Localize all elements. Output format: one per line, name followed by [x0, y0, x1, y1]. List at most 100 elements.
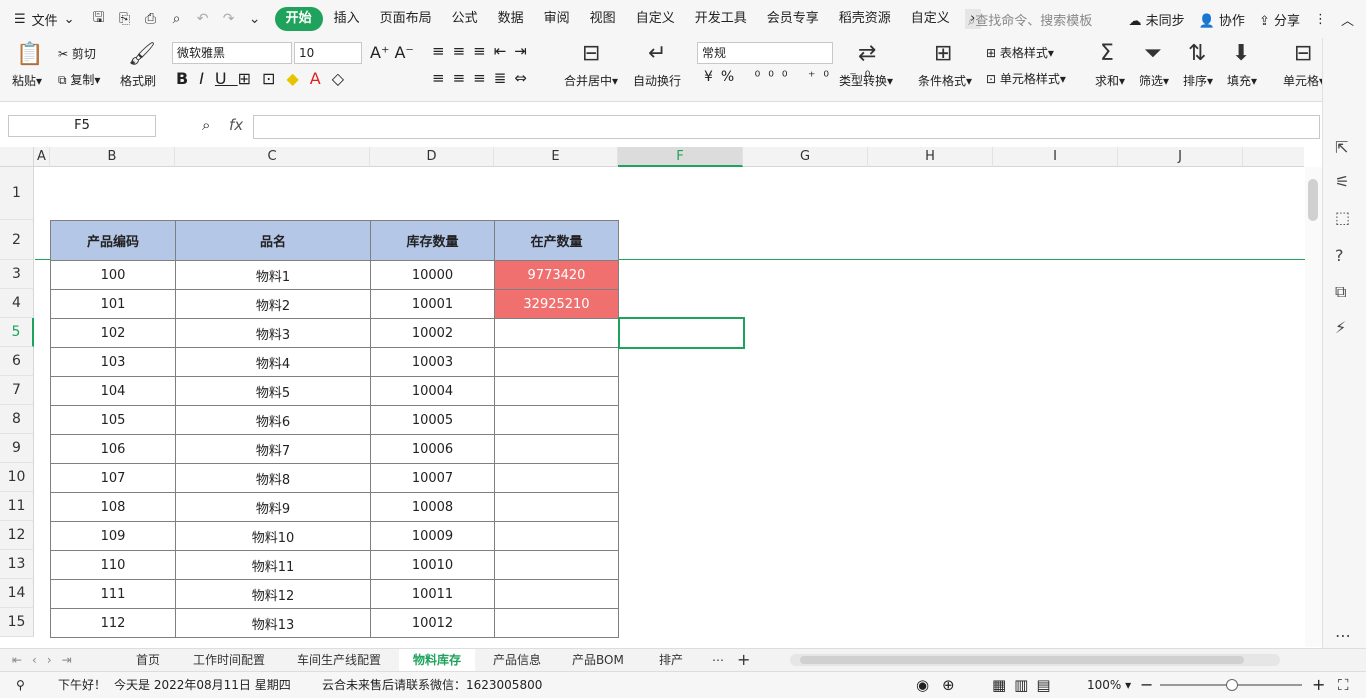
tab-9[interactable]: 会员专享: [758, 7, 828, 31]
zoom-slider-thumb[interactable]: [1226, 679, 1238, 691]
tab-3[interactable]: 公式: [443, 7, 487, 31]
table-cell[interactable]: 10002: [370, 318, 495, 348]
table-cell[interactable]: 物料11: [175, 550, 371, 580]
table-cell[interactable]: 100: [50, 260, 176, 290]
table-cell[interactable]: 物料6: [175, 405, 371, 435]
horizontal-scroll-thumb[interactable]: [800, 656, 1244, 664]
cell-icon[interactable]: ⊟: [1294, 41, 1312, 66]
sheet-nav-icons[interactable]: ⇤‹›⇥: [12, 649, 82, 671]
table-cell[interactable]: [494, 318, 619, 348]
font-style-icons[interactable]: BIU⊞⊡◆A◇: [176, 69, 355, 88]
table-cell[interactable]: 10011: [370, 579, 495, 609]
sync-button[interactable]: ☁ 未同步: [1128, 10, 1184, 29]
table-cell[interactable]: 10005: [370, 405, 495, 435]
sheet-tab[interactable]: 首页: [136, 649, 160, 671]
formula-input[interactable]: [253, 115, 1320, 139]
table-cell[interactable]: 101: [50, 289, 176, 319]
row-header-3[interactable]: 3: [0, 260, 34, 289]
add-sheet-icon[interactable]: +: [737, 649, 750, 671]
frame-icon[interactable]: ⬚: [1335, 208, 1350, 227]
table-cell[interactable]: 111: [50, 579, 176, 609]
cut-button[interactable]: ✂ 剪切: [58, 45, 96, 62]
row-header-5[interactable]: 5: [0, 318, 34, 347]
sort-icon[interactable]: ⇅: [1188, 41, 1206, 66]
eye-protection-icon[interactable]: ◉: [916, 672, 929, 698]
tab-7[interactable]: 自定义: [627, 7, 684, 31]
table-cell[interactable]: 112: [50, 608, 176, 638]
column-header-I[interactable]: I: [993, 147, 1118, 167]
table-cell[interactable]: 物料7: [175, 434, 371, 464]
column-header-G[interactable]: G: [743, 147, 868, 167]
more-options-icon[interactable]: ⋮: [1314, 12, 1327, 27]
table-cell[interactable]: [494, 434, 619, 464]
row-header-14[interactable]: 14: [0, 579, 34, 608]
cell-style-button[interactable]: ⊡ 单元格样式▾: [986, 70, 1066, 87]
table-cell[interactable]: [494, 579, 619, 609]
table-cell[interactable]: 10000: [370, 260, 495, 290]
table-cell[interactable]: 108: [50, 492, 176, 522]
sheet-grid[interactable]: 产品编码 品名 库存数量 在产数量 100 物料1 10000 9773420 101 物料2 10…: [35, 167, 1305, 647]
sum-icon[interactable]: Σ: [1100, 41, 1114, 66]
table-cell[interactable]: 110: [50, 550, 176, 580]
tab-4[interactable]: 数据: [489, 7, 533, 31]
table-style-button[interactable]: ⊞ 表格样式▾: [986, 44, 1054, 61]
table-cell[interactable]: 物料9: [175, 492, 371, 522]
horizontal-scrollbar[interactable]: [790, 654, 1280, 666]
table-cell[interactable]: 物料8: [175, 463, 371, 493]
table-cell[interactable]: 物料1: [175, 260, 371, 290]
table-cell[interactable]: 109: [50, 521, 176, 551]
search-box[interactable]: ⌕查找命令、搜索模板: [968, 10, 1092, 29]
column-header-H[interactable]: H: [868, 147, 993, 167]
table-header-cell[interactable]: 产品编码: [50, 220, 176, 261]
redo-icon[interactable]: ↷: [219, 11, 239, 27]
wrap-text-button[interactable]: 自动换行: [633, 72, 681, 89]
zoom-level[interactable]: 100% ▾: [1087, 672, 1131, 698]
table-cell[interactable]: [494, 405, 619, 435]
column-header-B[interactable]: B: [50, 147, 175, 167]
table-cell[interactable]: 10009: [370, 521, 495, 551]
table-cell[interactable]: 104: [50, 376, 176, 406]
convert-icon[interactable]: ⇄: [858, 41, 876, 66]
filter-icon[interactable]: ⏷: [1144, 41, 1162, 66]
table-cell[interactable]: 物料4: [175, 347, 371, 377]
table-cell[interactable]: [494, 608, 619, 638]
fx-icon[interactable]: fx: [229, 116, 243, 134]
table-cell[interactable]: [494, 463, 619, 493]
collapse-ribbon-icon[interactable]: ︿: [1341, 10, 1354, 29]
align-icons-2[interactable]: ≡≡≡≣⇔: [432, 69, 535, 87]
number-format-select[interactable]: 常规: [697, 42, 833, 64]
row-header-11[interactable]: 11: [0, 492, 34, 521]
table-header-cell[interactable]: 品名: [175, 220, 371, 261]
column-header-A[interactable]: A: [34, 147, 50, 167]
table-cell[interactable]: 10008: [370, 492, 495, 522]
table-header-cell[interactable]: 在产数量: [494, 220, 619, 261]
user-icon[interactable]: ⚲: [16, 672, 25, 698]
font-family-select[interactable]: 微软雅黑: [172, 42, 292, 64]
table-cell[interactable]: 103: [50, 347, 176, 377]
merge-icon[interactable]: ⊟: [582, 41, 600, 66]
format-painter-button[interactable]: 格式刷: [120, 72, 156, 89]
paste-icon[interactable]: 📋: [16, 42, 43, 67]
undo-icon[interactable]: ↶: [193, 11, 213, 27]
table-cell[interactable]: 106: [50, 434, 176, 464]
font-size-select[interactable]: 10: [294, 42, 362, 64]
selected-cell[interactable]: [618, 317, 745, 349]
sheet-tab[interactable]: 产品信息: [493, 649, 541, 671]
merge-center-button[interactable]: 合并居中▾: [564, 72, 618, 89]
table-cell[interactable]: 10007: [370, 463, 495, 493]
row-header-12[interactable]: 12: [0, 521, 34, 550]
more-sheets-icon[interactable]: ⋯: [712, 649, 724, 671]
sheet-tab[interactable]: 物料库存: [399, 649, 476, 671]
column-header-D[interactable]: D: [370, 147, 494, 167]
select-all[interactable]: [0, 147, 34, 167]
zoom-out-icon[interactable]: −: [1140, 672, 1153, 698]
row-header-13[interactable]: 13: [0, 550, 34, 579]
table-cell[interactable]: [494, 492, 619, 522]
tab-1[interactable]: 插入: [325, 7, 369, 31]
vertical-scrollbar[interactable]: [1305, 167, 1322, 647]
table-cell[interactable]: 102: [50, 318, 176, 348]
input-method-icon[interactable]: ⊕: [942, 672, 955, 698]
backup-icon[interactable]: ⧉: [1335, 282, 1346, 302]
save-icon[interactable]: 🖫: [89, 7, 109, 31]
table-cell[interactable]: 32925210: [494, 289, 619, 319]
